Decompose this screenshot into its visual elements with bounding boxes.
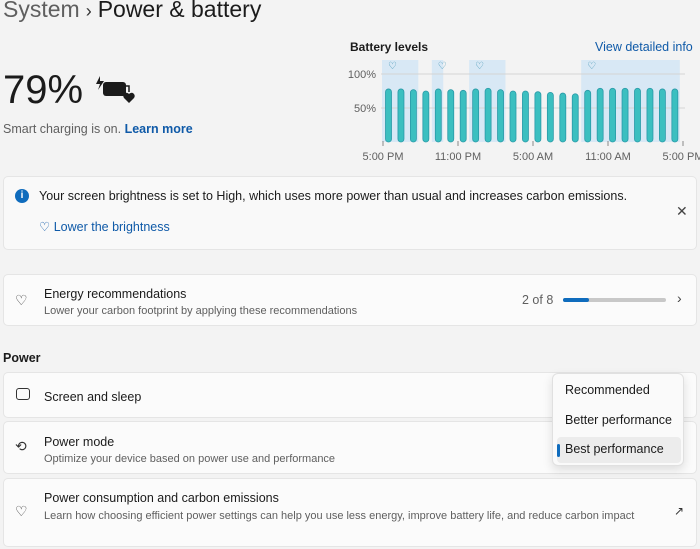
close-icon[interactable]: ✕: [676, 203, 688, 220]
breadcrumb: System › Power & battery: [3, 0, 261, 23]
power-mode-subtitle: Optimize your device based on power use …: [44, 453, 336, 465]
brightness-banner: i Your screen brightness is set to High,…: [3, 176, 697, 250]
energy-progress-fill: [563, 298, 589, 302]
power-section-header: Power: [3, 351, 41, 365]
breadcrumb-system[interactable]: System: [3, 0, 80, 22]
energy-title: Energy recommendations: [44, 287, 187, 301]
consumption-title: Power consumption and carbon emissions: [44, 491, 279, 505]
battery-bar: [385, 88, 392, 143]
x-tick-label: 5:00 PM: [663, 151, 700, 163]
learn-more-link[interactable]: Learn more: [125, 122, 193, 136]
x-tick-label: 5:00 AM: [513, 151, 553, 163]
view-detailed-info-link[interactable]: View detailed info: [595, 40, 693, 54]
battery-charging-heart-icon: [96, 76, 135, 103]
chevron-right-icon: ›: [677, 290, 682, 306]
battery-bar: [459, 89, 467, 143]
battery-bar: [621, 87, 629, 143]
leaf-heart-icon: ♡: [15, 292, 28, 308]
battery-bar: [397, 88, 405, 143]
power-mode-dropdown: Recommended Better performance Best perf…: [552, 373, 684, 466]
power-consumption-card[interactable]: ♡ Power consumption and carbon emissions…: [3, 478, 697, 547]
battery-bar: [472, 88, 480, 143]
option-best-performance[interactable]: Best performance: [557, 437, 681, 463]
y-tick-label: 50%: [354, 103, 376, 115]
battery-bar: [584, 89, 592, 143]
breadcrumb-separator: ›: [85, 1, 92, 21]
lower-brightness-label: Lower the brightness: [53, 220, 170, 234]
option-recommended[interactable]: Recommended: [557, 378, 681, 404]
power-mode-gauge-icon: ⟲: [15, 438, 27, 454]
heart-icon: ♡: [587, 61, 596, 72]
chart-title: Battery levels: [350, 40, 429, 54]
battery-bar: [571, 93, 579, 143]
heart-icon: ♡: [388, 61, 397, 72]
screen-sleep-icon: [16, 388, 30, 400]
external-link-icon[interactable]: ↗: [674, 504, 684, 518]
consumption-subtitle: Learn how choosing efficient power setti…: [44, 510, 635, 522]
battery-bar: [596, 87, 604, 143]
smart-charging-status: Smart charging is on. Learn more: [3, 122, 193, 136]
battery-bar: [522, 90, 529, 143]
info-icon: i: [15, 189, 29, 203]
battery-bar: [671, 88, 679, 143]
power-mode-title: Power mode: [44, 435, 115, 449]
battery-bar: [509, 90, 517, 143]
x-tick-label: 11:00 PM: [435, 151, 481, 163]
energy-recommendations-card[interactable]: ♡ Energy recommendations Lower your carb…: [3, 274, 697, 326]
battery-bar: [658, 88, 666, 143]
y-tick-label: 100%: [348, 69, 376, 81]
battery-bar: [484, 87, 492, 143]
battery-bar: [534, 91, 542, 143]
heart-icon: ♡: [475, 61, 484, 72]
screen-sleep-title: Screen and sleep: [44, 390, 142, 404]
battery-bar: [609, 87, 617, 143]
energy-progress-bar: [563, 298, 666, 302]
battery-bar: [410, 89, 417, 143]
leaf-icon: ♡: [39, 220, 51, 234]
option-better-performance[interactable]: Better performance: [557, 408, 681, 434]
battery-bar: [447, 89, 455, 143]
smart-charging-text: Smart charging is on.: [3, 122, 122, 136]
battery-bar: [497, 89, 504, 143]
energy-subtitle: Lower your carbon footprint by applying …: [44, 305, 358, 317]
lower-brightness-link[interactable]: ♡ Lower the brightness: [39, 219, 170, 234]
banner-message: Your screen brightness is set to High, w…: [39, 189, 628, 203]
battery-bar: [546, 91, 554, 143]
battery-bar: [559, 92, 567, 143]
x-tick-label: 11:00 AM: [585, 151, 631, 163]
battery-percent: 79%: [3, 68, 84, 112]
battery-bar: [646, 87, 654, 143]
heart-icon: ♡: [438, 61, 447, 72]
battery-bar: [434, 88, 442, 143]
energy-progress-label: 2 of 8: [522, 293, 554, 307]
page-title: Power & battery: [97, 0, 262, 22]
battery-levels-chart: ♡ ♡ ♡ ♡ 100% 50% 5:00 PM 11:00 PM 5:00 AM 11:00 A…: [348, 60, 700, 163]
battery-bar: [634, 87, 641, 143]
leaf-heart-icon: ♡: [15, 503, 28, 519]
battery-bar: [422, 90, 430, 143]
x-tick-label: 5:00 PM: [363, 151, 404, 163]
